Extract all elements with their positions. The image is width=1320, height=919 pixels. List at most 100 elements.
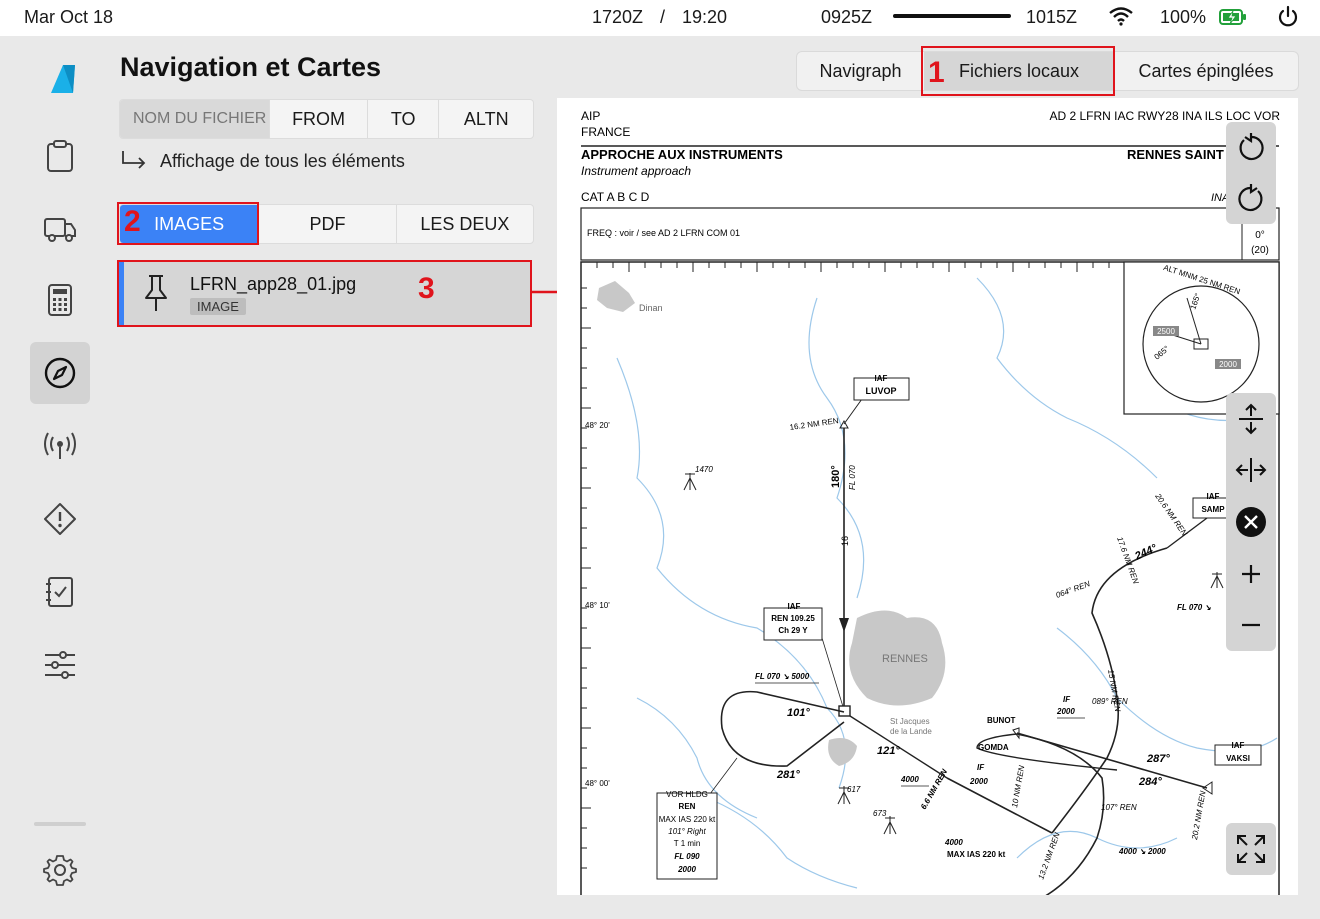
- chart-crs287: 287°: [1146, 753, 1170, 765]
- chart-title-en: Instrument approach: [581, 164, 691, 178]
- close-chart-button[interactable]: [1226, 496, 1276, 548]
- chart-fl070b: FL 070 ↘: [1177, 603, 1211, 612]
- chart-msa-alt1: 2500: [1157, 327, 1175, 336]
- tab-both[interactable]: LES DEUX: [397, 205, 533, 243]
- zoom-out-button[interactable]: [1226, 599, 1276, 651]
- chart-iaf-vaksi-label: IAF: [1232, 741, 1245, 750]
- chart-dist16: 16: [840, 536, 850, 546]
- chart-obst617: 617: [847, 785, 861, 794]
- flight-arrival-time: 1015Z: [1026, 7, 1078, 27]
- chart-obst1470: 1470: [695, 465, 713, 474]
- chart-vaksi: VAKSI: [1226, 754, 1250, 763]
- chart-freq: FREQ : voir / see AD 2 LFRN COM 01: [587, 228, 740, 238]
- fullscreen-button[interactable]: [1226, 823, 1276, 875]
- warning-icon[interactable]: [36, 495, 84, 543]
- filter-to[interactable]: TO: [368, 100, 440, 138]
- chart-msa-alt2: 2000: [1219, 360, 1237, 369]
- chart-alt4000a: 4000: [900, 775, 919, 784]
- rotate-left-button[interactable]: [1226, 122, 1276, 173]
- chart-country: FRANCE: [581, 125, 630, 139]
- sliders-icon[interactable]: [36, 641, 84, 689]
- tab-pinned-charts[interactable]: Cartes épinglées: [1114, 52, 1298, 90]
- chart-if-bunot-alt: 2000: [1056, 707, 1075, 716]
- truck-icon[interactable]: [36, 204, 84, 252]
- chart-hldg-2: REN: [679, 802, 696, 811]
- rotate-controls: [1226, 122, 1276, 224]
- chart-samp: SAMP: [1201, 505, 1225, 514]
- chart-viewer[interactable]: AIP FRANCE AD 2 LFRN IAC RWY28 INA ILS L…: [557, 98, 1298, 895]
- chart-d15: 15 NM REN: [1106, 669, 1122, 713]
- rotate-right-icon: [1238, 183, 1263, 211]
- annotation-number-1: 1: [928, 56, 945, 89]
- settings-icon[interactable]: [36, 846, 84, 894]
- chart-radial064: 064° REN: [1055, 579, 1092, 600]
- chart-lat3: 48° 00': [585, 779, 610, 788]
- chart-hldg-1: VOR HLDG: [666, 790, 708, 799]
- chart-d66: 6.6 NM REN: [919, 767, 949, 811]
- chart-obst673: 673: [873, 809, 887, 818]
- chart-hldg-6: FL 090: [674, 852, 700, 861]
- chart-radial089: 089° REN: [1092, 697, 1128, 706]
- tab-pdf[interactable]: PDF: [259, 205, 397, 243]
- fit-height-button[interactable]: [1226, 393, 1276, 445]
- chart-fl070: FL 070: [848, 465, 857, 490]
- filter-altn[interactable]: ALTN: [439, 100, 533, 138]
- chart-d202: 20.2 NM REN: [1190, 790, 1208, 841]
- chart-alt4000b: 4000: [944, 838, 963, 847]
- status-bar: Mar Oct 18 1720Z / 19:20 0925Z 1015Z 100…: [0, 0, 1320, 36]
- filename-search-input[interactable]: NOM DU FICHIER: [120, 100, 271, 138]
- chart-reference: AD 2 LFRN IAC RWY28 INA ILS LOC VOR: [1049, 109, 1280, 123]
- chart-hldg-5: T 1 min: [674, 839, 701, 848]
- chart-lat1: 48° 20': [585, 421, 610, 430]
- fit-height-icon: [1239, 403, 1263, 435]
- compass-icon[interactable]: [36, 349, 84, 397]
- radio-tower-icon[interactable]: [36, 422, 84, 470]
- chart-fl070-5000: FL 070 ↘ 5000: [755, 672, 810, 681]
- close-icon: [1236, 506, 1266, 537]
- chart-crs121: 121°: [877, 745, 900, 757]
- tab-navigraph[interactable]: Navigraph: [797, 52, 924, 90]
- show-all-items[interactable]: Affichage de tous les éléments: [120, 150, 405, 172]
- chart-aip: AIP: [581, 109, 600, 123]
- page-title: Navigation et Cartes: [120, 52, 382, 82]
- annotation-number-3: 3: [418, 272, 435, 305]
- chart-ticks: [581, 262, 1126, 869]
- rotate-left-icon: [1239, 132, 1264, 160]
- flight-departure-time: 0925Z: [821, 7, 873, 27]
- rotate-right-button[interactable]: [1226, 173, 1276, 224]
- chart-town-stjacques1: St Jacques: [890, 717, 930, 726]
- flight-progress-bar: [893, 14, 1011, 18]
- fullscreen-control: [1226, 823, 1276, 875]
- chart-maxias: MAX IAS 220 kt: [947, 850, 1006, 859]
- status-zulu-time: 1720Z: [592, 7, 644, 27]
- show-all-label: Affichage de tous les éléments: [160, 150, 405, 171]
- zoom-in-button[interactable]: [1226, 548, 1276, 600]
- chart-title-fr: APPROCHE AUX INSTRUMENTS: [581, 147, 783, 162]
- sidebar: [0, 36, 118, 919]
- fit-width-button[interactable]: [1226, 445, 1276, 497]
- annotation-box-1: [921, 46, 1115, 96]
- fit-width-icon: [1235, 458, 1267, 483]
- battery-level: 100%: [1160, 7, 1207, 27]
- minus-icon: [1242, 624, 1260, 627]
- chart-iaf-luvop-label: IAF: [875, 374, 888, 383]
- approach-chart-image: AIP FRANCE AD 2 LFRN IAC RWY28 INA ILS L…: [580, 109, 1280, 895]
- checklist-icon[interactable]: [36, 568, 84, 616]
- chart-ren-ch: Ch 29 Y: [778, 626, 808, 635]
- power-icon[interactable]: [1276, 5, 1300, 34]
- clipboard-icon[interactable]: [36, 132, 84, 180]
- annotation-box-3: [117, 260, 532, 327]
- return-arrow-icon: [122, 151, 146, 169]
- chart-place: RENNES SAINT J: [1127, 147, 1235, 162]
- chart-bunot: BUNOT: [987, 716, 1016, 725]
- chart-iaf-ren-label: IAF: [788, 602, 801, 611]
- chart-if-gomda-alt: 2000: [969, 777, 988, 786]
- chart-deg2: (20): [1251, 245, 1269, 256]
- filter-from[interactable]: FROM: [270, 100, 368, 138]
- calculator-icon[interactable]: [36, 276, 84, 324]
- chart-crs180: 180°: [830, 465, 842, 488]
- chart-crs281: 281°: [776, 769, 800, 781]
- chart-crs244: 244°: [1132, 542, 1159, 563]
- chart-hldg-7: 2000: [677, 865, 696, 874]
- plus-icon: [1242, 564, 1260, 583]
